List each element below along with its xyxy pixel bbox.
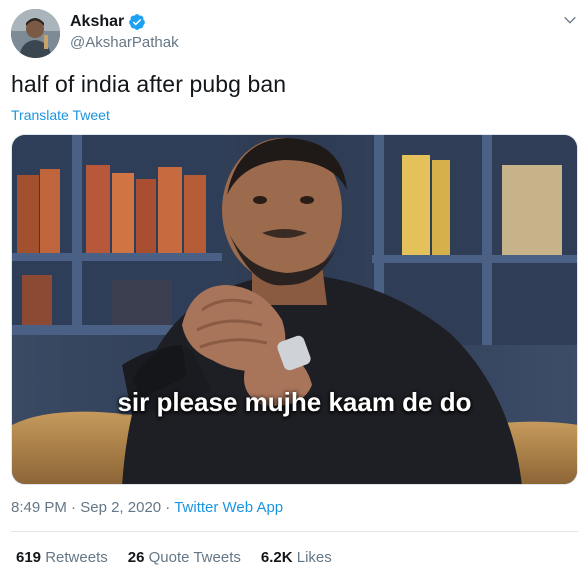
- display-name[interactable]: Akshar: [70, 13, 124, 31]
- meta-separator: ·: [71, 499, 77, 516]
- retweets-stat[interactable]: 619 Retweets: [16, 549, 108, 566]
- media-caption: sir please mujhe kaam de do: [117, 387, 472, 417]
- meme-image: [12, 135, 577, 484]
- tweet-time[interactable]: 8:49 PM: [11, 499, 67, 516]
- likes-label: Likes: [296, 549, 332, 566]
- tweet-metadata: 8:49 PM · Sep 2, 2020 · Twitter Web App: [11, 499, 283, 516]
- likes-count: 6.2K: [260, 549, 293, 566]
- tweet-date[interactable]: Sep 2, 2020: [80, 499, 161, 516]
- tweet-card: Akshar @AksharPathak half of india after…: [0, 0, 588, 579]
- tweet-text: half of india after pubg ban: [11, 71, 287, 97]
- engagement-stats: 619 Retweets 26 Quote Tweets 6.2K Likes: [16, 549, 352, 566]
- divider: [11, 531, 578, 532]
- chevron-down-icon[interactable]: [562, 12, 578, 28]
- avatar[interactable]: [11, 9, 60, 58]
- verified-badge-icon: [129, 14, 146, 30]
- media-image[interactable]: sir please mujhe kaam de do: [11, 134, 578, 485]
- translate-tweet-link[interactable]: Translate Tweet: [11, 107, 110, 123]
- likes-stat[interactable]: 6.2K Likes: [261, 549, 332, 566]
- retweets-label: Retweets: [45, 549, 108, 566]
- quote-tweets-stat[interactable]: 26 Quote Tweets: [128, 549, 241, 566]
- author-block: Akshar @AksharPathak: [70, 11, 179, 51]
- avatar-image: [11, 9, 60, 58]
- handle[interactable]: @AksharPathak: [70, 34, 179, 51]
- display-name-row: Akshar: [70, 11, 179, 33]
- tweet-source-link[interactable]: Twitter Web App: [174, 499, 283, 516]
- retweets-count: 619: [16, 549, 42, 566]
- quote-tweets-count: 26: [127, 549, 145, 566]
- meta-separator-2: ·: [165, 499, 171, 516]
- quote-tweets-label: Quote Tweets: [148, 549, 241, 566]
